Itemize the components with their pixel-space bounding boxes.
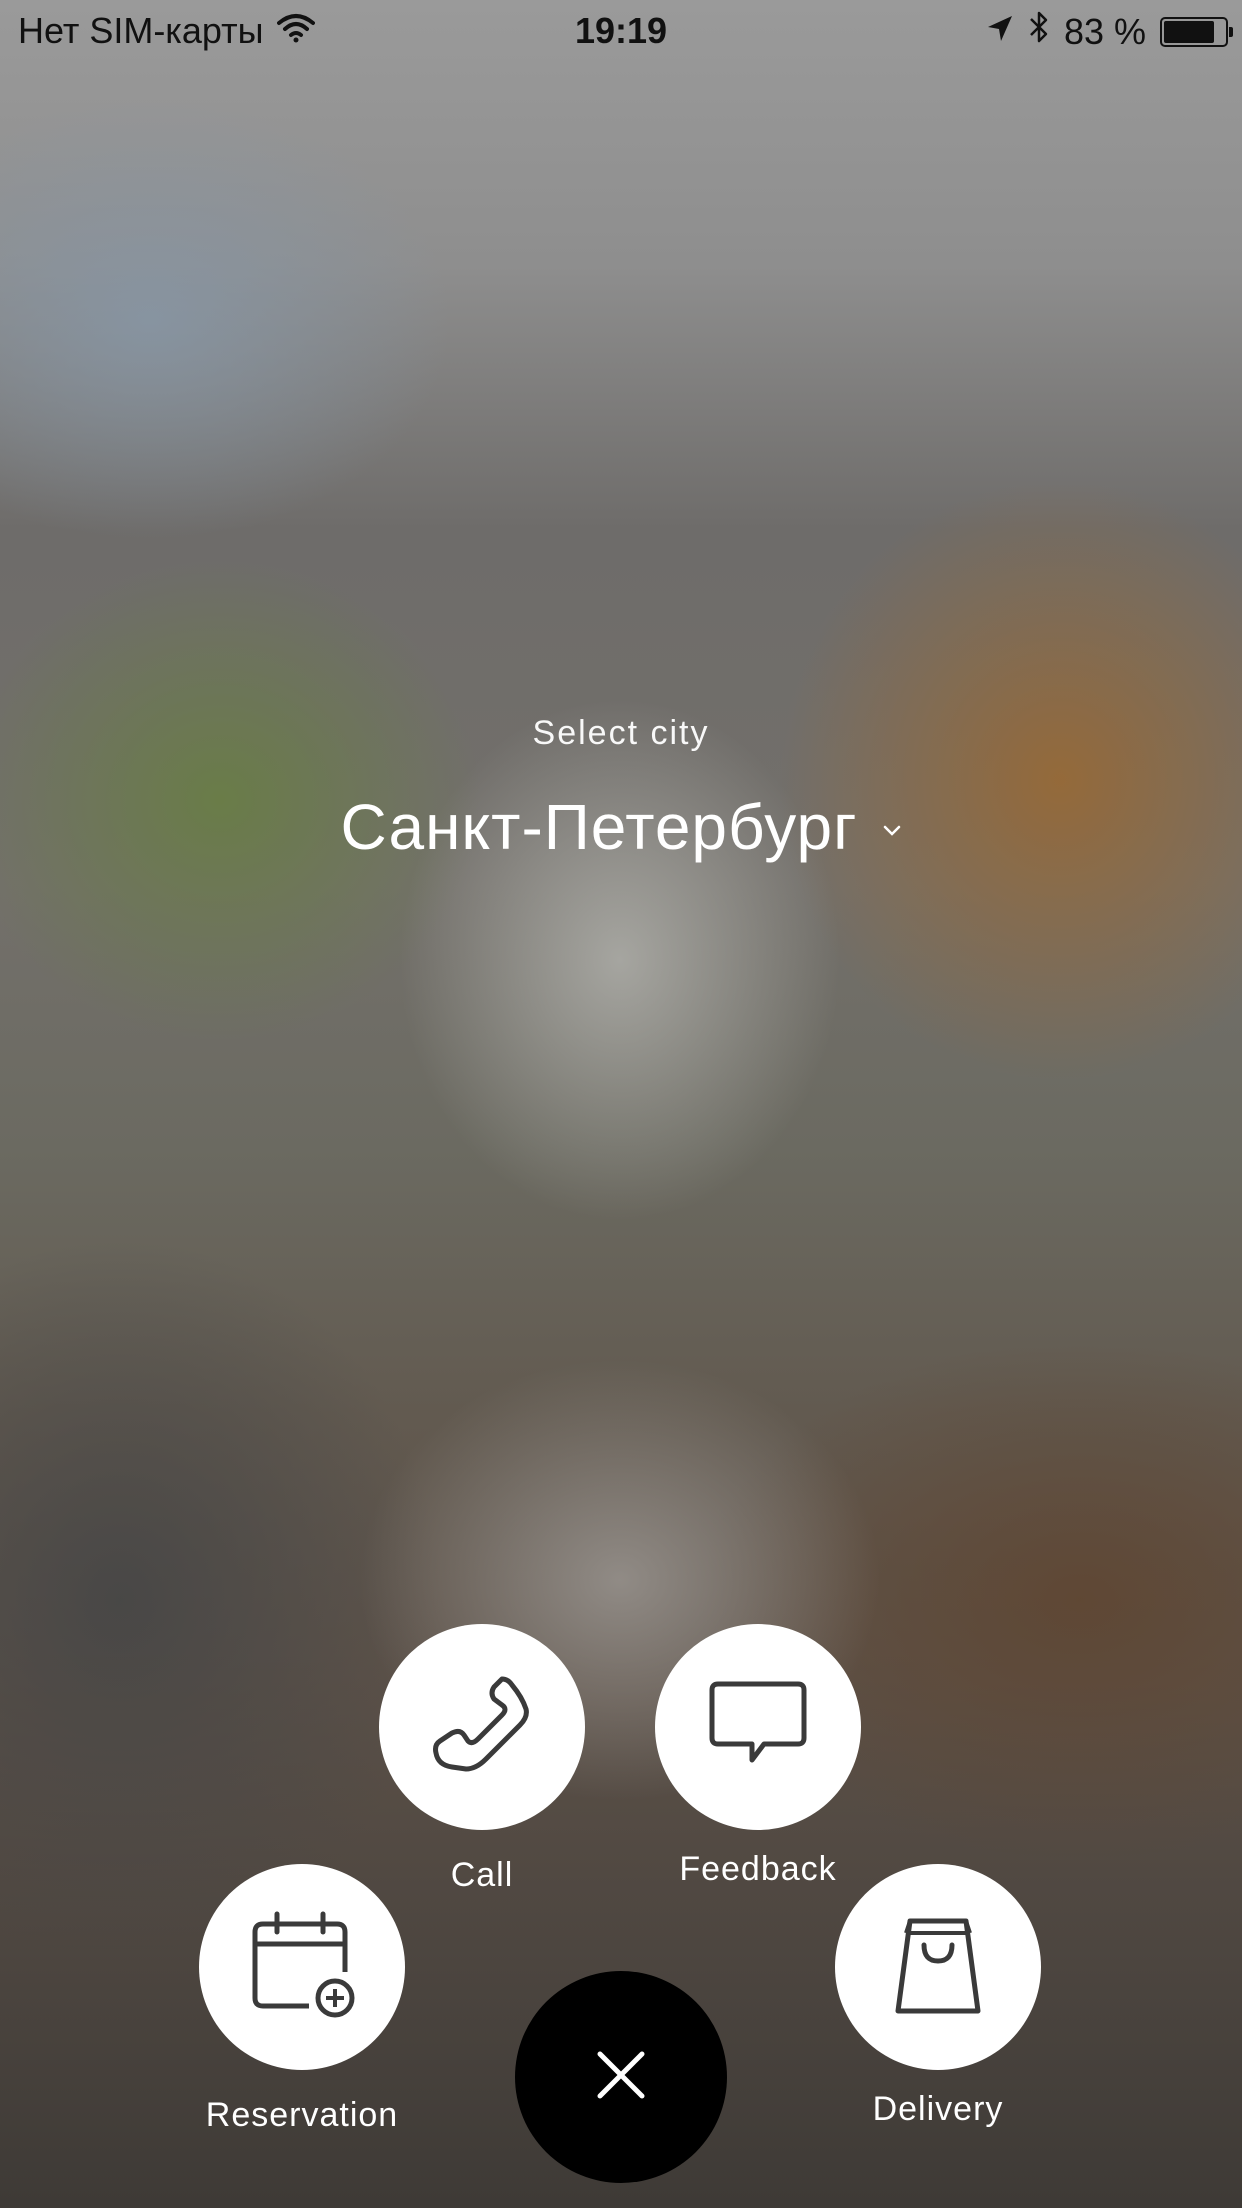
select-city-label: Select city [532,714,710,752]
feedback-action: Feedback [655,1624,861,1888]
reservation-label: Reservation [205,2096,399,2134]
phone-icon [432,1675,532,1780]
battery-icon [1160,16,1233,47]
reservation-button[interactable] [199,1864,405,2070]
reservation-action: Reservation [199,1864,405,2134]
battery-percent: 83 % [1063,10,1146,52]
battery-tip [1229,26,1233,37]
delivery-label: Delivery [872,2090,1004,2128]
call-button[interactable] [379,1624,585,1830]
city-dropdown[interactable]: Санкт-Петербург [0,790,1242,864]
close-icon [596,2050,646,2105]
selected-city: Санкт-Петербург [340,791,858,863]
location-arrow-icon [986,11,1014,53]
shopping-bag-icon [888,1915,988,2020]
bluetooth-icon [1028,10,1050,53]
delivery-action: Delivery [835,1864,1041,2128]
status-bar: Нет SIM-карты 19:19 83 % [0,0,1242,62]
delivery-button[interactable] [835,1864,1041,2070]
call-action: Call [379,1624,585,1894]
chevron-down-icon [883,824,901,842]
close-button[interactable] [515,1971,727,2183]
feedback-button[interactable] [655,1624,861,1830]
chat-bubble-icon [708,1680,808,1775]
status-right: 83 % [986,10,1233,53]
battery-level [1164,20,1214,43]
calendar-add-icon [247,1910,357,2025]
